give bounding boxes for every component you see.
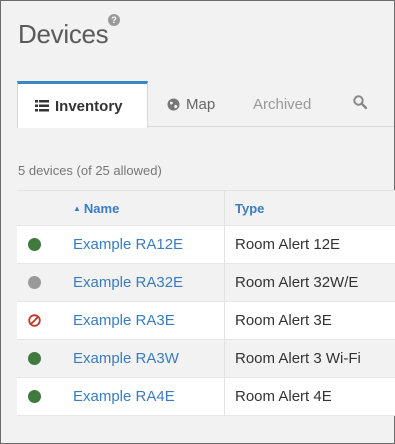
tab-label: Archived xyxy=(253,95,312,113)
tab-archived[interactable]: Archived xyxy=(253,81,311,127)
device-name-link[interactable]: Example RA3W xyxy=(73,340,179,378)
device-type: Room Alert 4E xyxy=(235,388,332,405)
device-name-link[interactable]: Example RA32E xyxy=(73,264,183,302)
column-divider xyxy=(224,340,225,378)
devices-table: ▲ Name Type Example RA12E Room Alert 12E … xyxy=(17,190,395,416)
help-icon[interactable]: ? xyxy=(108,14,120,26)
status-offline-icon xyxy=(28,276,41,289)
table-row: Example RA4E Room Alert 4E xyxy=(17,377,395,416)
device-name-link[interactable]: Example RA4E xyxy=(73,378,175,416)
device-type: Room Alert 32W/E xyxy=(235,274,359,291)
column-header-type[interactable]: Type xyxy=(235,191,264,226)
status-online-icon xyxy=(28,238,41,251)
status-online-icon xyxy=(28,352,41,365)
column-divider xyxy=(224,191,225,226)
column-divider xyxy=(224,264,225,302)
device-type: Room Alert 12E xyxy=(235,236,341,253)
column-divider xyxy=(224,302,225,340)
table-row: Example RA32E Room Alert 32W/E xyxy=(17,263,395,302)
app-frame: Devices ? Inventory Map Archived 5 devic… xyxy=(0,0,395,444)
table-row: Example RA3W Room Alert 3 Wi-Fi xyxy=(17,339,395,378)
tab-label: Inventory xyxy=(55,97,123,115)
status-online-icon xyxy=(28,390,41,403)
table-row: Example RA12E Room Alert 12E xyxy=(17,225,395,264)
table-row: Example RA3E Room Alert 3E xyxy=(17,301,395,340)
tab-inventory[interactable]: Inventory xyxy=(17,81,148,128)
status-disabled-icon xyxy=(28,314,41,327)
column-header-name[interactable]: ▲ Name xyxy=(73,191,119,226)
column-label: Name xyxy=(83,201,120,216)
search-icon xyxy=(353,95,368,113)
device-name-link[interactable]: Example RA12E xyxy=(73,226,183,264)
table-header: ▲ Name Type xyxy=(17,190,395,226)
globe-icon xyxy=(167,98,180,111)
tab-search[interactable] xyxy=(353,81,368,127)
device-count: 5 devices (of 25 allowed) xyxy=(18,163,162,178)
tab-map[interactable]: Map xyxy=(167,81,215,127)
device-name-link[interactable]: Example RA3E xyxy=(73,302,175,340)
tab-label: Map xyxy=(186,95,216,113)
sort-ascending-icon: ▲ xyxy=(73,204,81,213)
page-title: Devices xyxy=(18,19,109,49)
column-divider xyxy=(224,378,225,416)
column-divider xyxy=(224,226,225,264)
device-type: Room Alert 3 Wi-Fi xyxy=(235,350,361,367)
device-type: Room Alert 3E xyxy=(235,312,332,329)
list-icon xyxy=(35,100,49,112)
